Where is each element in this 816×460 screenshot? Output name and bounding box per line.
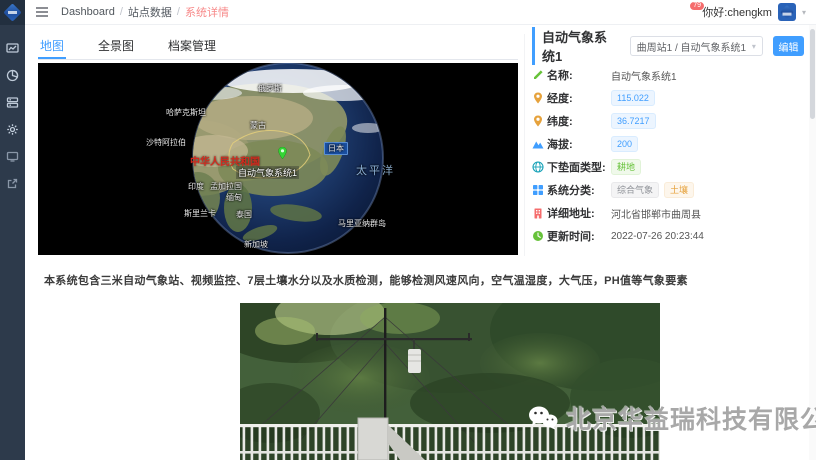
system-description: 本系统包含三米自动气象站、视频监控、7层土壤水分以及水质检测，能够检测风速风向，… [38, 272, 738, 288]
sidebar-item-monitor[interactable] [0, 143, 25, 170]
map-pin-icon [532, 115, 545, 127]
sidebar-nav [0, 25, 25, 197]
server-list-icon [6, 96, 19, 109]
tab-panorama[interactable]: 全景图 [96, 34, 136, 59]
breadcrumb-current-page: 系统详情 [185, 4, 229, 20]
edit-button[interactable]: 编辑 [773, 36, 804, 56]
sidebar-item-settings[interactable] [0, 116, 25, 143]
breadcrumb: Dashboard / 站点数据 / 系统详情 [61, 4, 229, 20]
sidebar-item-external-link[interactable] [0, 170, 25, 197]
field-system-category: 系统分类: 综合气象 土壤 [532, 183, 804, 197]
map-label: 沙特阿拉伯 [146, 137, 186, 148]
update-time-value: 2022-07-26 20:23:44 [611, 231, 704, 242]
building-icon [532, 207, 545, 219]
sidebar [0, 0, 25, 460]
map-label: 蒙古 [250, 120, 266, 131]
map-label: 俄罗斯 [258, 83, 282, 94]
wechat-icon [528, 405, 558, 431]
top-header: Dashboard / 站点数据 / 系统详情 79 你好:chengkm ▾ [25, 0, 816, 25]
station-detail-panel: 自动气象系统1 曲周站1 / 自动气象系统1 ▾ 编辑 名称: 自动气象系统1 … [532, 34, 804, 243]
globe-map[interactable]: 俄罗斯 哈萨克斯坦 蒙古 日本 中华人民共和国 自动气象系统1 太平洋 沙特阿拉… [38, 63, 518, 255]
page-scrollbar[interactable] [809, 25, 816, 460]
field-latitude: 纬度: 36.7217 [532, 114, 804, 128]
hamburger-icon [35, 6, 49, 18]
station-photo [240, 303, 660, 460]
globe-icon [532, 161, 545, 173]
sidebar-item-statistics[interactable] [0, 62, 25, 89]
map-label: 印度 [188, 181, 204, 192]
gear-icon [6, 123, 19, 136]
station-select[interactable]: 曲周站1 / 自动气象系统1 ▾ [630, 36, 763, 56]
station-marker-pin[interactable] [278, 147, 287, 159]
field-longitude: 经度: 115.022 [532, 91, 804, 105]
surface-type-badge: 耕地 [611, 159, 641, 175]
longitude-badge: 115.022 [611, 90, 655, 106]
station-select-value: 曲周站1 / 自动气象系统1 [637, 39, 746, 54]
pencil-icon [532, 69, 545, 81]
field-address: 详细地址: 河北省邯郸市曲周县 [532, 206, 804, 220]
brand-diamond-icon [3, 3, 21, 21]
tab-map[interactable]: 地图 [38, 34, 66, 59]
map-label: 泰国 [236, 209, 252, 220]
external-link-icon [6, 177, 19, 190]
map-label: 孟加拉国 [210, 181, 242, 192]
breadcrumb-separator: / [177, 6, 180, 18]
panel-title: 自动气象系统1 [532, 27, 616, 65]
latitude-badge: 36.7217 [611, 113, 656, 129]
field-name: 名称: 自动气象系统1 [532, 68, 804, 82]
tab-archive[interactable]: 档案管理 [166, 34, 218, 59]
user-menu-caret-icon[interactable]: ▾ [802, 8, 806, 17]
category-badge-soil: 土壤 [664, 182, 694, 198]
field-name-value: 自动气象系统1 [611, 68, 677, 83]
dashboard-icon [6, 42, 19, 55]
map-label-station: 自动气象系统1 [236, 166, 299, 179]
map-label: 马里亚纳群岛 [338, 218, 386, 229]
watermark: 北京华益瑞科技有限公司 [528, 400, 816, 436]
sidebar-item-station-data[interactable] [0, 89, 25, 116]
field-altitude: 海拔: 200 [532, 137, 804, 151]
mountain-icon [532, 138, 545, 150]
map-label: 哈萨克斯坦 [166, 107, 206, 118]
grid-icon [532, 184, 545, 196]
header-right: 79 你好:chengkm ▾ [681, 3, 816, 21]
address-value: 河北省邯郸市曲周县 [611, 206, 701, 221]
pie-chart-icon [6, 69, 19, 82]
category-badge-weather: 综合气象 [611, 182, 659, 198]
panel-header: 自动气象系统1 曲周站1 / 自动气象系统1 ▾ 编辑 [532, 34, 804, 58]
scrollbar-thumb[interactable] [810, 29, 815, 119]
notification-badge: 79 [689, 1, 705, 11]
breadcrumb-station-data[interactable]: 站点数据 [128, 4, 172, 20]
breadcrumb-dashboard[interactable]: Dashboard [61, 6, 115, 18]
map-pin-icon [532, 92, 545, 104]
sidebar-item-dashboard[interactable] [0, 35, 25, 62]
map-label: 缅甸 [226, 192, 242, 203]
altitude-badge: 200 [611, 136, 638, 152]
select-caret-icon: ▾ [752, 42, 756, 51]
app-logo[interactable] [0, 0, 25, 25]
org-logo[interactable] [778, 3, 796, 21]
map-label-ocean: 太平洋 [356, 162, 395, 178]
map-label: 斯里兰卡 [184, 208, 216, 219]
view-tabs: 地图 全景图 档案管理 [38, 34, 518, 60]
user-greeting: 你好:chengkm [702, 4, 772, 20]
sidebar-toggle[interactable] [35, 6, 49, 18]
station-photo-art [240, 303, 660, 460]
watermark-text: 北京华益瑞科技有限公司 [566, 400, 816, 436]
map-label: 日本 [324, 142, 348, 155]
panel-divider [524, 34, 525, 256]
field-surface-type: 下垫面类型: 耕地 [532, 160, 804, 174]
field-list: 名称: 自动气象系统1 经度: 115.022 纬度: 36.7217 海拔: … [532, 68, 804, 243]
map-label: 新加坡 [244, 239, 268, 250]
clock-icon [532, 230, 545, 242]
field-update-time: 更新时间: 2022-07-26 20:23:44 [532, 229, 804, 243]
breadcrumb-separator: / [120, 6, 123, 18]
avatar-wrap: 79 [681, 5, 696, 20]
app-window: Dashboard / 站点数据 / 系统详情 79 你好:chengkm ▾ … [0, 0, 816, 460]
brand-diamond-icon [780, 5, 794, 19]
monitor-icon [6, 150, 19, 163]
